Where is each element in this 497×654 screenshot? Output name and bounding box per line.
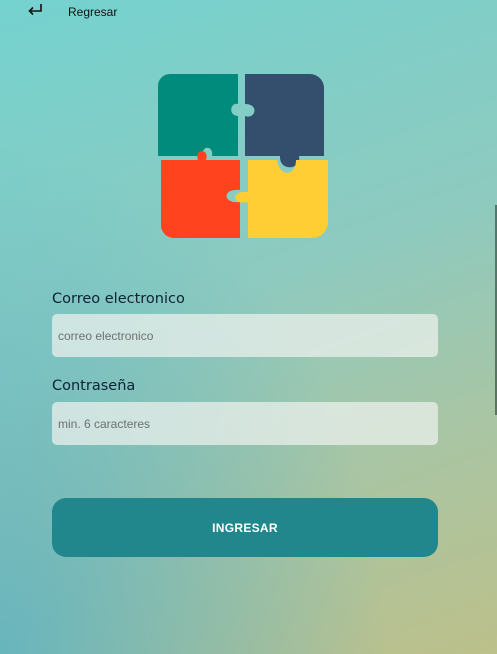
puzzle-piece-navy bbox=[245, 74, 324, 168]
puzzle-icon bbox=[158, 74, 328, 238]
password-label: Contraseña bbox=[52, 378, 136, 394]
arrow-return-left-icon bbox=[28, 4, 42, 16]
puzzle-piece-orange bbox=[161, 151, 240, 238]
puzzle-piece-yellow bbox=[235, 160, 328, 238]
puzzle-piece-teal bbox=[158, 74, 238, 156]
email-field[interactable] bbox=[52, 314, 438, 357]
login-button[interactable]: INGRESAR bbox=[52, 498, 438, 557]
email-label: Correo electronico bbox=[52, 291, 185, 307]
back-button[interactable] bbox=[22, 0, 50, 20]
password-field[interactable] bbox=[52, 402, 438, 445]
back-label[interactable]: Regresar bbox=[68, 5, 117, 19]
